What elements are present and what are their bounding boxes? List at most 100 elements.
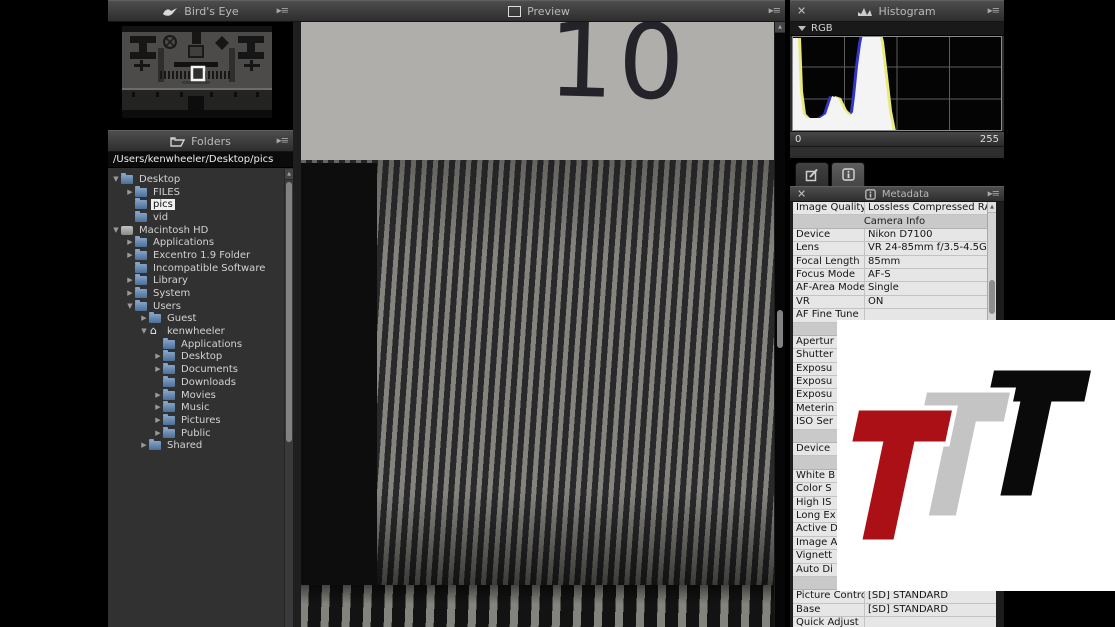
metadata-row[interactable]: DeviceNikon D7100 (793, 229, 996, 242)
disclosure-triangle-icon[interactable]: ▼ (111, 176, 121, 183)
folder-label: Documents (179, 364, 240, 375)
disclosure-triangle-icon[interactable]: ▶ (125, 189, 135, 196)
folder-tree-item[interactable]: pics (108, 198, 284, 211)
metadata-row[interactable]: Quick Adjust (793, 617, 996, 627)
folders-menu-icon[interactable]: ▸≡ (277, 135, 288, 146)
metadata-header[interactable]: ✕ Metadata ▸≡ (790, 186, 1004, 202)
disclosure-triangle-icon[interactable]: ▶ (125, 290, 135, 297)
folder-label: FILES (151, 187, 182, 198)
folder-tree-item[interactable]: ▶Library (108, 275, 284, 288)
histogram-plot[interactable] (792, 36, 1002, 131)
tab-metadata[interactable] (831, 162, 865, 186)
channel-select[interactable]: RGB (790, 22, 1004, 36)
disclosure-triangle-icon[interactable]: ▼ (125, 303, 135, 310)
preview-scroll-thumb[interactable] (777, 310, 783, 348)
folder-label: Applications (179, 339, 244, 350)
birdseye-menu-icon[interactable]: ▸≡ (277, 5, 288, 16)
disclosure-triangle-icon[interactable]: ▶ (125, 252, 135, 259)
folder-tree-item[interactable]: vid (108, 211, 284, 224)
folder-label: Shared (165, 440, 204, 451)
disclosure-triangle-icon[interactable]: ▶ (153, 366, 163, 373)
folders-scrollbar[interactable]: ▲ (284, 169, 293, 627)
scroll-up-arrow-icon[interactable]: ▲ (285, 169, 293, 180)
preview-frame-icon (508, 6, 521, 17)
folder-tree-item[interactable]: ▶Applications (108, 236, 284, 249)
folder-tree-item[interactable]: Incompatible Software (108, 262, 284, 275)
scroll-up-arrow-icon[interactable]: ▲ (988, 202, 996, 213)
testchart-background (301, 22, 774, 162)
folder-path-bar[interactable]: /Users/kenwheeler/Desktop/pics (108, 152, 293, 168)
folder-tree-item[interactable]: ▶System (108, 287, 284, 300)
metadata-row[interactable]: Picture Control[SD] STANDARD (793, 590, 996, 603)
metadata-scroll-thumb[interactable] (989, 280, 995, 314)
folder-tree-item[interactable]: ▶ Desktop (108, 351, 284, 364)
metadata-row[interactable]: Base[SD] STANDARD (793, 604, 996, 617)
folder-label: Users (151, 301, 183, 312)
preview-image[interactable]: 10 (301, 22, 774, 627)
metadata-row[interactable]: Focal Length85mm (793, 256, 996, 269)
histogram-header[interactable]: ✕ Histogram ▸≡ (790, 0, 1004, 22)
metadata-row[interactable]: AF-Area ModeSingle (793, 282, 996, 295)
folder-tree-item[interactable]: Downloads (108, 376, 284, 389)
folder-label: Pictures (179, 415, 223, 426)
disclosure-triangle-icon[interactable]: ▶ (139, 315, 149, 322)
folder-tree-item[interactable]: ▶Excentro 1.9 Folder (108, 249, 284, 262)
folder-label: Music (179, 402, 211, 413)
folder-tree-item[interactable]: ▶Public (108, 427, 284, 440)
disclosure-triangle-icon[interactable]: ▶ (153, 404, 163, 411)
disclosure-triangle-icon[interactable]: ▼ (111, 227, 121, 234)
scale-min: 0 (795, 134, 801, 145)
channel-value: RGB (811, 23, 833, 34)
disclosure-triangle-icon[interactable]: ▶ (153, 430, 163, 437)
preview-header[interactable]: Preview ▸≡ (293, 0, 785, 22)
folder-tree-item[interactable]: ▶ Music (108, 401, 284, 414)
metadata-row[interactable]: Image QualityLossless Compressed RAW (793, 202, 996, 215)
folder-tree-item[interactable]: Applications (108, 338, 284, 351)
disclosure-triangle-icon[interactable]: ▶ (153, 353, 163, 360)
folder-tree-item[interactable]: ▼ Macintosh HD (108, 224, 284, 237)
folder-tree-item[interactable]: ▶Movies (108, 389, 284, 402)
metadata-value: Lossless Compressed RAW (865, 202, 996, 214)
folder-icon (163, 429, 175, 438)
preview-menu-icon[interactable]: ▸≡ (769, 5, 780, 16)
histogram-panel: ✕ Histogram ▸≡ RGB 0 255 (790, 0, 1004, 158)
folder-label: Desktop (179, 351, 224, 362)
metadata-label: VR (793, 296, 865, 308)
folder-icon (163, 416, 175, 425)
disclosure-triangle-icon[interactable]: ▼ (139, 328, 149, 335)
folder-label: kenwheeler (165, 326, 227, 337)
folder-tree-item[interactable]: ▶Guest (108, 313, 284, 326)
disclosure-triangle-icon[interactable]: ▶ (153, 392, 163, 399)
close-icon[interactable]: ✕ (797, 188, 806, 199)
disclosure-triangle-icon[interactable]: ▶ (125, 239, 135, 246)
close-icon[interactable]: ✕ (797, 5, 806, 16)
disclosure-triangle-icon[interactable]: ▶ (125, 277, 135, 284)
metadata-row[interactable]: VRON (793, 296, 996, 309)
folder-icon (135, 251, 147, 260)
disclosure-triangle-icon[interactable]: ▶ (153, 417, 163, 424)
folder-tree-item[interactable]: ▶ Shared (108, 439, 284, 452)
birdseye-thumbnail[interactable] (122, 26, 272, 118)
metadata-menu-icon[interactable]: ▸≡ (988, 188, 999, 199)
scale-max: 255 (980, 134, 999, 145)
info-icon (865, 189, 876, 200)
scroll-up-arrow-icon[interactable]: ▲ (775, 22, 785, 33)
metadata-row[interactable]: LensVR 24-85mm f/3.5-4.5G (793, 242, 996, 255)
folder-tree-item[interactable]: ▼ kenwheeler (108, 325, 284, 338)
folder-icon (149, 314, 161, 323)
folder-label: Macintosh HD (137, 225, 210, 236)
folder-tree-item[interactable]: ▼Desktop (108, 173, 284, 186)
folders-scroll-thumb[interactable] (286, 182, 292, 442)
tab-adjustments[interactable] (795, 162, 829, 186)
preview-scrollbar[interactable]: ▲ (774, 22, 785, 627)
birdseye-header[interactable]: Bird's Eye ▸≡ (108, 0, 293, 22)
folder-tree-item[interactable]: ▶ Documents (108, 363, 284, 376)
folder-tree-item[interactable]: ▶ Pictures (108, 414, 284, 427)
folders-header[interactable]: Folders ▸≡ (108, 130, 293, 152)
folder-tree-item[interactable]: ▶ FILES (108, 186, 284, 199)
metadata-row[interactable]: Focus ModeAF-S (793, 269, 996, 282)
disclosure-triangle-icon[interactable]: ▶ (139, 442, 149, 449)
histogram-menu-icon[interactable]: ▸≡ (988, 5, 999, 16)
folder-tree-item[interactable]: ▼ Users (108, 300, 284, 313)
testchart-black-block (301, 163, 377, 585)
